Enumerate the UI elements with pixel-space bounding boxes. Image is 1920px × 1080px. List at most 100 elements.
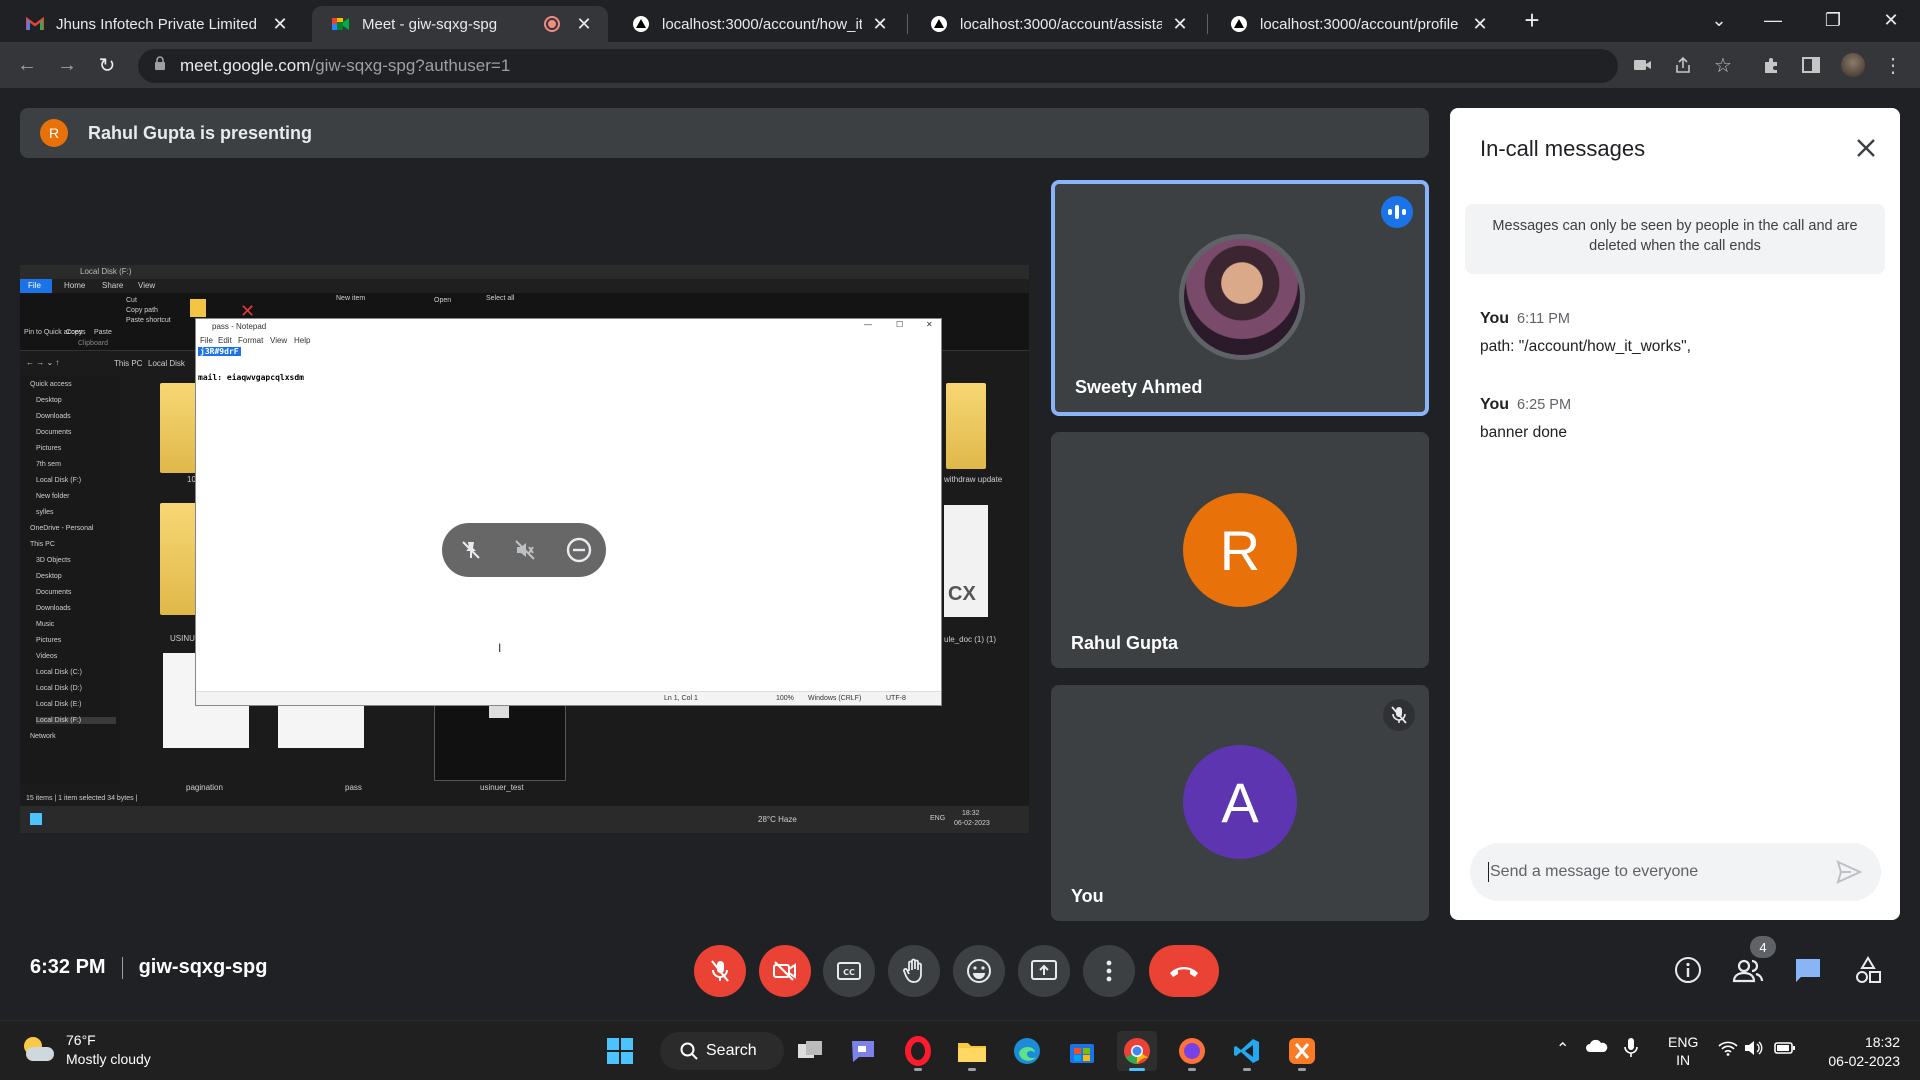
- microphone-toggle-button[interactable]: [694, 945, 746, 997]
- avatar: [1179, 234, 1305, 360]
- explorer-nav-item: Desktop: [36, 573, 62, 580]
- meeting-code[interactable]: giw-sqxg-spg: [139, 956, 268, 979]
- more-options-button[interactable]: [1083, 945, 1135, 997]
- taskbar-clock[interactable]: 18:32 06-02-2023: [1816, 1033, 1900, 1071]
- notepad-selected-text: j3R#9drF: [198, 347, 241, 356]
- teams-chat-icon[interactable]: [843, 1031, 883, 1071]
- explorer-nav-item: Local Disk (E:): [36, 701, 82, 708]
- people-count-badge: 4: [1750, 936, 1776, 958]
- microphone-in-use-icon[interactable]: [1624, 1037, 1638, 1062]
- presenter-taskbar: 28°C Haze ENG 18:32 06-02-2023: [20, 806, 1029, 833]
- participant-tile-rahul-gupta[interactable]: R Rahul Gupta: [1051, 432, 1429, 668]
- show-hidden-icons-chevron[interactable]: ⌃: [1556, 1039, 1569, 1059]
- firefox-icon[interactable]: [1172, 1031, 1212, 1071]
- weather-desc: Mostly cloudy: [66, 1051, 151, 1067]
- explorer-nav-item: Documents: [36, 589, 72, 596]
- taskbar-search[interactable]: Search: [660, 1032, 784, 1070]
- activities-button[interactable]: [1848, 950, 1888, 990]
- microsoft-store-icon[interactable]: [1062, 1031, 1102, 1071]
- triangle-icon: [1230, 15, 1248, 33]
- tab-localhost-assistance[interactable]: localhost:3000/account/assistanc ✕: [910, 6, 1204, 42]
- new-tab-button[interactable]: +: [1517, 5, 1547, 35]
- tab-close-icon[interactable]: ✕: [870, 14, 890, 35]
- explorer-nav-item: Desktop: [36, 397, 62, 404]
- chat-button[interactable]: [1788, 950, 1828, 990]
- volume-off-icon[interactable]: [510, 535, 540, 565]
- tab-close-icon[interactable]: ✕: [270, 14, 290, 35]
- close-window-button[interactable]: ✕: [1876, 6, 1906, 34]
- tab-meet[interactable]: Meet - giw-sqxg-spg ✕: [312, 6, 608, 42]
- tab-gmail[interactable]: Jhuns Infotech Private Limited M ✕: [6, 6, 304, 42]
- browser-menu-icon[interactable]: ⋮: [1880, 52, 1906, 78]
- opera-icon[interactable]: [898, 1031, 938, 1071]
- notepad-line: mail: eiaqwvgapcqlxsdm: [198, 373, 304, 382]
- emoji-reaction-button[interactable]: [953, 945, 1005, 997]
- back-button[interactable]: ←: [12, 50, 42, 80]
- xampp-icon[interactable]: [1282, 1031, 1322, 1071]
- presenting-text: Rahul Gupta is presenting: [88, 122, 313, 143]
- meeting-details-button[interactable]: [1668, 950, 1708, 990]
- pin-off-icon[interactable]: [456, 535, 486, 565]
- share-icon[interactable]: [1670, 52, 1696, 78]
- raise-hand-button[interactable]: [888, 945, 940, 997]
- explorer-nav-item: Quick access: [30, 381, 72, 388]
- bookmark-star-icon[interactable]: ☆: [1710, 52, 1736, 78]
- forward-button[interactable]: →: [52, 50, 82, 80]
- send-icon[interactable]: [1836, 860, 1863, 889]
- tab-search-chevron-icon[interactable]: ⌄: [1704, 6, 1734, 34]
- input-language[interactable]: ENG IN: [1668, 1033, 1698, 1069]
- restore-button[interactable]: ❐: [1818, 6, 1848, 34]
- selected-file-tile: [434, 695, 566, 781]
- tab-localhost-profile[interactable]: localhost:3000/account/profile ✕: [1210, 6, 1504, 42]
- volume-icon[interactable]: [1744, 1040, 1764, 1059]
- explorer-nav-pane: Quick access Desktop Downloads Documents Pic…: [20, 375, 120, 783]
- people-button[interactable]: 4: [1728, 936, 1776, 990]
- file-explorer-icon[interactable]: [952, 1031, 992, 1071]
- explorer-status-bar: 15 items | 1 item selected 34 bytes |: [20, 794, 1029, 806]
- battery-icon[interactable]: [1774, 1040, 1796, 1059]
- profile-avatar[interactable]: [1840, 52, 1866, 78]
- camera-toggle-button[interactable]: [759, 945, 811, 997]
- word-document-icon: CX: [944, 505, 988, 617]
- search-icon: [680, 1042, 698, 1060]
- chrome-icon[interactable]: [1117, 1031, 1157, 1071]
- weather-widget[interactable]: 76°F Mostly cloudy: [20, 1031, 151, 1069]
- end-call-button[interactable]: [1149, 945, 1219, 997]
- explorer-nav-arrows: ← → ⌄ ↑: [26, 358, 60, 367]
- extensions-icon[interactable]: [1758, 52, 1784, 78]
- chat-input[interactable]: Send a message to everyone: [1470, 843, 1881, 901]
- close-panel-button[interactable]: [1856, 132, 1876, 166]
- notepad-titlebar: pass - Notepad — ☐ ✕: [196, 319, 941, 333]
- participant-tile-sweety-ahmed[interactable]: Sweety Ahmed: [1051, 180, 1429, 416]
- side-panel-icon[interactable]: [1798, 52, 1824, 78]
- explorer-nav-item: Videos: [36, 653, 58, 660]
- wifi-icon[interactable]: [1718, 1040, 1738, 1059]
- explorer-nav-item: OneDrive - Personal: [30, 525, 94, 532]
- task-view-icon[interactable]: [790, 1031, 830, 1071]
- tab-close-icon[interactable]: ✕: [1170, 14, 1190, 35]
- avatar: A: [1183, 745, 1297, 859]
- captions-button[interactable]: CC: [823, 945, 875, 997]
- onedrive-icon[interactable]: [1586, 1038, 1608, 1057]
- tab-localhost-how-it-works[interactable]: localhost:3000/account/how_it_w ✕: [612, 6, 904, 42]
- edge-icon[interactable]: [1007, 1031, 1047, 1071]
- tab-close-icon[interactable]: ✕: [1470, 14, 1490, 35]
- present-screen-button[interactable]: [1018, 945, 1070, 997]
- tile-hover-controls: [442, 523, 606, 577]
- minimize-button[interactable]: —: [1758, 6, 1788, 34]
- vscode-icon[interactable]: [1227, 1031, 1267, 1071]
- presenter-avatar: R: [40, 119, 68, 147]
- address-bar[interactable]: meet.google.com/giw-sqxg-spg?authuser=1: [138, 49, 1618, 83]
- participant-tile-you[interactable]: A You: [1051, 685, 1429, 921]
- start-button[interactable]: [600, 1031, 640, 1071]
- meet-icon: [332, 15, 350, 33]
- panel-title: In-call messages: [1480, 136, 1646, 161]
- recording-icon: [544, 16, 560, 32]
- chat-message: You 6:11 PM path: "/account/how_it_works"…: [1480, 310, 1691, 355]
- reload-button[interactable]: ↻: [92, 50, 122, 80]
- camera-in-use-icon[interactable]: [1630, 52, 1656, 78]
- remove-tile-icon[interactable]: [564, 535, 594, 565]
- tab-close-icon[interactable]: ✕: [574, 14, 594, 35]
- avatar: R: [1183, 493, 1297, 607]
- explorer-nav-item: 3D Objects: [36, 557, 71, 564]
